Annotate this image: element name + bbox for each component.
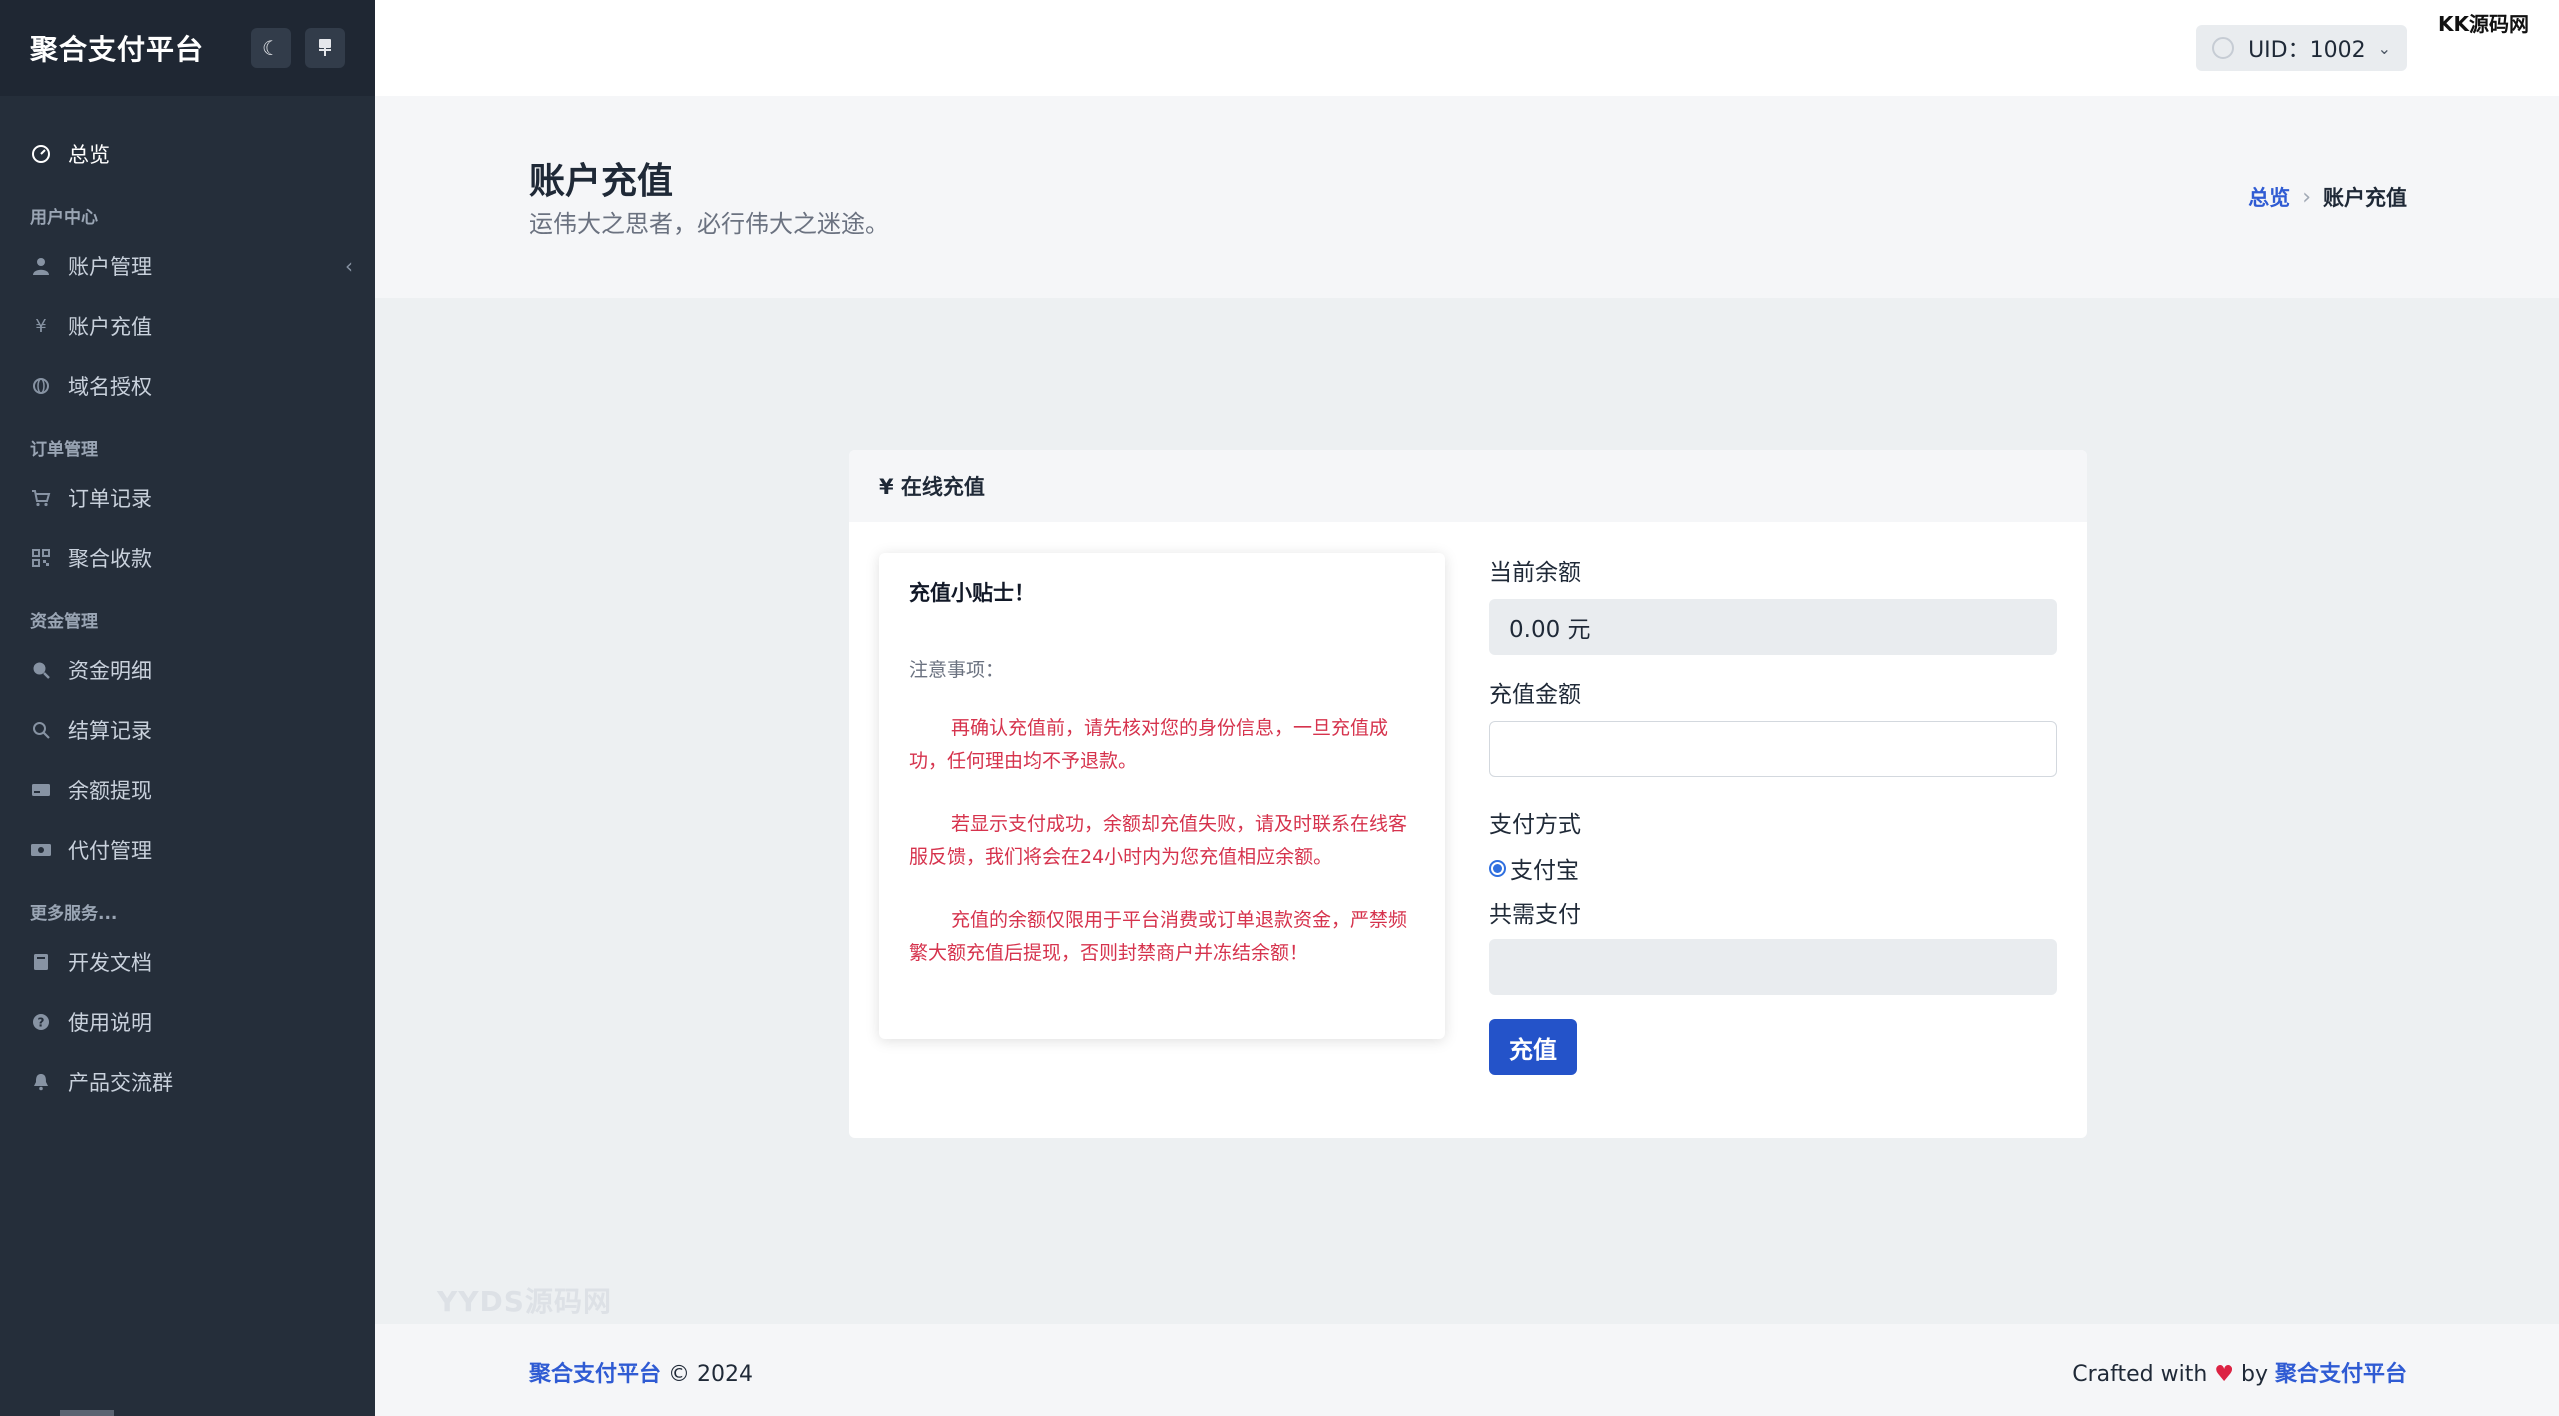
sidebar-header: 聚合支付平台 ☾: [0, 0, 375, 96]
sidebar-item-account-management[interactable]: 账户管理 ‹: [0, 236, 375, 296]
tips-title: 充值小贴士！: [909, 581, 1035, 605]
sidebar-item-label: 使用说明: [68, 1011, 152, 1035]
sidebar-item-label: 总览: [68, 143, 110, 167]
total-payment-field: [1489, 939, 2057, 995]
sidebar-item-fund-details[interactable]: 资金明细: [0, 640, 375, 700]
card-title: ¥ 在线充值: [849, 450, 2087, 522]
footer-brand-link-right[interactable]: 聚合支付平台: [2275, 1362, 2407, 1387]
sidebar-item-order-records[interactable]: 订单记录: [0, 468, 375, 528]
money-icon: [30, 839, 52, 861]
breadcrumb: 总览 › 账户充值: [2248, 182, 2407, 212]
watermark-bottom: YYDS源码网: [437, 1285, 612, 1318]
theme-toggle-button[interactable]: ☾: [251, 28, 291, 68]
balance-field: 0.00 元: [1489, 599, 2057, 655]
user-avatar-icon: [2212, 37, 2235, 59]
sidebar-item-dev-docs[interactable]: 开发文档: [0, 932, 375, 992]
yen-icon: ¥: [35, 315, 47, 337]
sidebar-item-label: 代付管理: [68, 839, 152, 863]
recharge-submit-button[interactable]: 充值: [1489, 1019, 1577, 1075]
dashboard-icon: [30, 143, 52, 165]
sidebar-nav: 总览 用户中心 账户管理 ‹ ¥ 账户充值 域名授权 订单管理 订单记录 聚合收…: [0, 96, 375, 1112]
svg-text:?: ?: [38, 1016, 45, 1030]
sidebar-item-domain-auth[interactable]: 域名授权: [0, 356, 375, 416]
payment-method-option-alipay[interactable]: 支付宝: [1489, 851, 2057, 885]
footer-brand-link[interactable]: 聚合支付平台: [529, 1362, 661, 1387]
sidebar-item-account-recharge[interactable]: ¥ 账户充值: [0, 296, 375, 356]
search-dollar-icon: [30, 659, 52, 681]
sidebar-item-aggregate-collection[interactable]: 聚合收款: [0, 528, 375, 588]
user-icon: [30, 255, 52, 277]
topbar: UID：1002 ⌄ KK源码网: [375, 0, 2559, 96]
tips-paragraph: 充值的余额仅限用于平台消费或订单退款资金，严禁频繁大额充值后提现，否则封禁商户并…: [909, 909, 1408, 964]
footer-crafted-text: Crafted with: [2072, 1362, 2215, 1387]
nav-heading-more-services: 更多服务...: [30, 904, 118, 924]
sidebar-item-label: 资金明细: [68, 659, 152, 683]
tips-paragraph: 若显示支付成功，余额却充值失败，请及时联系在线客服反馈，我们将会在24小时内为您…: [909, 813, 1408, 868]
heart-icon: ♥: [2214, 1362, 2234, 1387]
uid-label: UID：1002: [2248, 38, 2366, 63]
footer-by-text: by: [2234, 1362, 2275, 1387]
recharge-tips-panel: 充值小贴士！ 注意事项： 再确认充值前，请先核对您的身份信息，一旦充值成功，任何…: [879, 553, 1445, 1039]
layout-toggle-button[interactable]: [305, 28, 345, 68]
globe-icon: [30, 375, 52, 397]
payment-method-option-label: 支付宝: [1510, 858, 1579, 884]
payment-method-label: 支付方式: [1489, 812, 1581, 838]
card-icon: [30, 779, 52, 801]
footer-credit: Crafted with ♥ by 聚合支付平台: [2072, 1356, 2407, 1388]
page-subtitle: 运伟大之思者，必行伟大之迷途。: [529, 210, 889, 238]
sidebar-item-settlement-records[interactable]: 结算记录: [0, 700, 375, 760]
sidebar-scrollbar[interactable]: [60, 1410, 114, 1416]
sidebar-item-label: 开发文档: [68, 951, 152, 975]
nav-heading-orders: 订单管理: [30, 440, 98, 460]
sidebar-item-label: 账户管理: [68, 255, 152, 279]
breadcrumb-current: 账户充值: [2323, 186, 2407, 210]
amount-label: 充值金额: [1489, 682, 1581, 708]
radio-selected-icon[interactable]: [1489, 859, 1506, 877]
book-icon: [30, 951, 52, 973]
nav-heading-user-center: 用户中心: [30, 208, 98, 228]
sidebar-item-product-group[interactable]: 产品交流群: [0, 1052, 375, 1112]
sidebar-item-label: 域名授权: [68, 375, 152, 399]
sidebar-item-label: 余额提现: [68, 779, 152, 803]
online-recharge-card: ¥ 在线充值 充值小贴士！ 注意事项： 再确认充值前，请先核对您的身份信息，一旦…: [849, 450, 2087, 1138]
sidebar-item-overview[interactable]: 总览: [0, 124, 375, 184]
chevron-right-icon: ›: [2302, 184, 2311, 210]
chevron-down-icon: ⌄: [2377, 38, 2391, 58]
moon-icon: ☾: [262, 36, 280, 60]
search-icon: [30, 719, 52, 741]
bell-icon: [30, 1071, 52, 1093]
sidebar-item-label: 聚合收款: [68, 547, 152, 571]
layout-icon: [319, 39, 331, 56]
balance-label: 当前余额: [1489, 560, 1581, 586]
footer: 聚合支付平台 © 2024 Crafted with ♥ by 聚合支付平台: [375, 1324, 2559, 1416]
watermark-top: KK源码网: [2438, 12, 2529, 36]
sidebar-item-label: 产品交流群: [68, 1071, 173, 1095]
help-icon: ?: [30, 1011, 52, 1033]
nav-heading-funds: 资金管理: [30, 612, 98, 632]
recharge-form: 当前余额 0.00 元 充值金额 支付方式 支付宝 共需支付 充值: [1489, 553, 2057, 1075]
sidebar-item-withdraw[interactable]: 余额提现: [0, 760, 375, 820]
amount-input[interactable]: [1489, 721, 2057, 777]
total-payment-label: 共需支付: [1489, 902, 1581, 928]
footer-copyright: 聚合支付平台 © 2024: [529, 1356, 753, 1388]
sidebar-item-usage-guide[interactable]: ? 使用说明: [0, 992, 375, 1052]
sidebar-item-payout-management[interactable]: 代付管理: [0, 820, 375, 880]
user-menu-button[interactable]: UID：1002 ⌄: [2196, 25, 2407, 71]
tips-paragraph: 再确认充值前，请先核对您的身份信息，一旦充值成功，任何理由均不予退款。: [909, 717, 1389, 772]
brand-logo[interactable]: 聚合支付平台: [30, 28, 237, 68]
chevron-left-icon: ‹: [345, 254, 353, 278]
page-title: 账户充值: [529, 161, 674, 202]
cart-icon: [30, 487, 52, 509]
breadcrumb-home-link[interactable]: 总览: [2248, 182, 2290, 212]
sidebar-item-label: 账户充值: [68, 315, 152, 339]
sidebar-item-label: 订单记录: [68, 487, 152, 511]
tips-note: 注意事项：: [909, 659, 1005, 681]
sidebar: 聚合支付平台 ☾ 总览 用户中心 账户管理 ‹ ¥ 账户充值 域名授权 订单管理…: [0, 0, 375, 1416]
qrcode-icon: [30, 547, 52, 569]
sidebar-item-label: 结算记录: [68, 719, 152, 743]
page-hero: 账户充值 运伟大之思者，必行伟大之迷途。 总览 › 账户充值: [375, 96, 2559, 298]
footer-copyright-text: © 2024: [661, 1362, 753, 1387]
